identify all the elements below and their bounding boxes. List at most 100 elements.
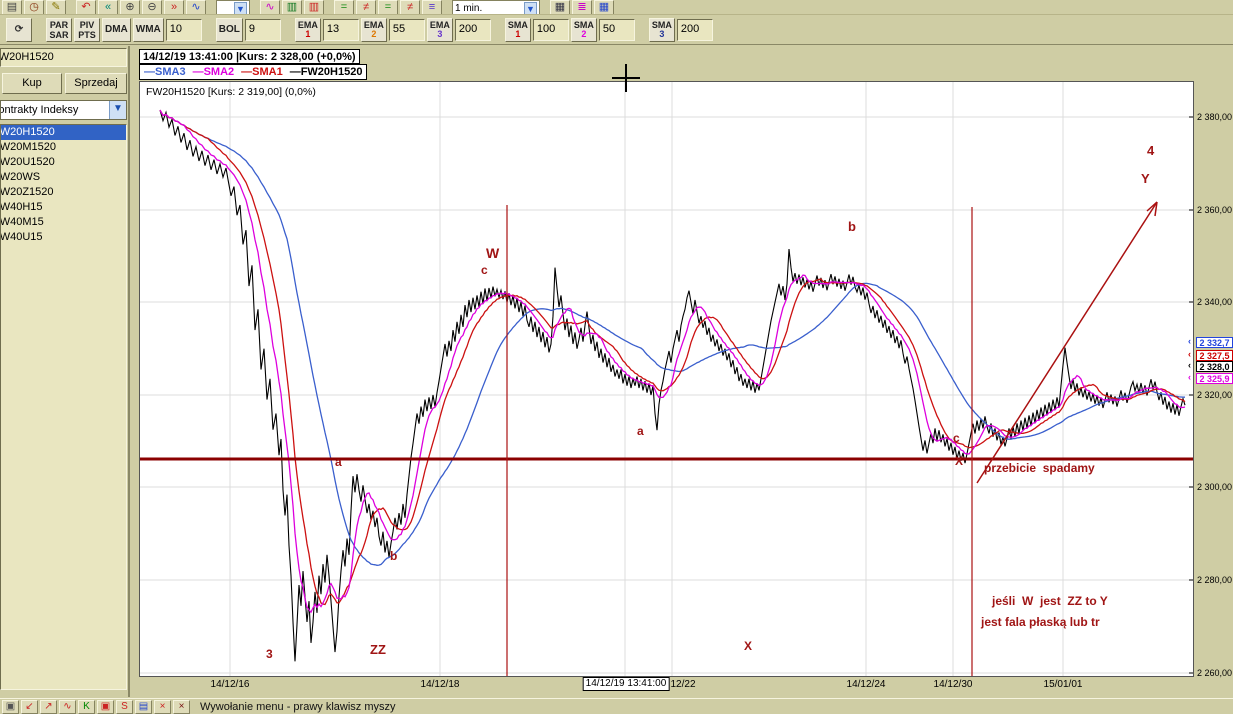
price-tag-pointer: ‹ bbox=[1188, 360, 1191, 370]
instrument-item-fw20z1520[interactable]: FW20Z1520 bbox=[1, 185, 126, 200]
bars-red-icon[interactable]: ▥ bbox=[304, 0, 324, 14]
chart-plot-area[interactable] bbox=[139, 81, 1194, 677]
sma2-button[interactable]: SMA 2 bbox=[570, 18, 597, 42]
k-tool-icon[interactable]: K bbox=[78, 699, 95, 714]
instrument-item-fw40u15[interactable]: FW40U15 bbox=[1, 230, 126, 245]
instrument-list: FW20H1520FW20M1520FW20U1520FW20WSFW20Z15… bbox=[0, 124, 127, 690]
chart-annotation: 4 bbox=[1147, 143, 1155, 158]
squiggle-icon[interactable]: ∿ bbox=[260, 0, 280, 14]
chart-annotation: jeśli W jest ZZ to Y bbox=[992, 594, 1108, 608]
legend-item-fw20h1520: —FW20H1520 bbox=[289, 66, 363, 78]
x-axis-label: 14/12/16 bbox=[210, 679, 250, 690]
instrument-item-fw40h15[interactable]: FW40H15 bbox=[1, 200, 126, 215]
bollinger-period-field[interactable]: 9 bbox=[244, 19, 281, 41]
ema2-period-field[interactable]: 55 bbox=[388, 19, 425, 41]
current-time-box: 14/12/19 13:41:00 bbox=[582, 677, 670, 691]
study-dropdown[interactable]: ▼ bbox=[216, 0, 250, 14]
instrument-item-fw20m1520[interactable]: FW20M1520 bbox=[1, 140, 126, 155]
not-equals-icon[interactable]: ≠ bbox=[356, 0, 376, 14]
chart-annotation: c bbox=[481, 263, 488, 277]
chart-annotation: a bbox=[335, 455, 342, 469]
bollinger-button[interactable]: BOL bbox=[215, 18, 243, 42]
chevron-down-icon[interactable]: ▼ bbox=[109, 101, 126, 119]
status-text: Wywołanie menu - prawy klawisz myszy bbox=[200, 700, 396, 713]
chart-annotation: 3 bbox=[266, 647, 273, 661]
clock-icon[interactable]: ◷ bbox=[24, 0, 44, 14]
ema1-period-field[interactable]: 13 bbox=[322, 19, 359, 41]
grid-chart-icon[interactable]: ▦ bbox=[594, 0, 614, 14]
list-chart-icon[interactable]: ≣ bbox=[572, 0, 592, 14]
dma-button[interactable]: DMA bbox=[102, 18, 131, 42]
not-equals2-icon[interactable]: ≠ bbox=[400, 0, 420, 14]
scroll-left-icon[interactable]: « bbox=[98, 0, 118, 14]
top-toolbar: ▤ ◷ ✎ ↶ «⊕ ⊖» ∿ ▼ ∿ ▥ ▥ = ≠ = ≠ ≡ 1 min. ▼ ▦ ≣ ▦ bbox=[0, 0, 1233, 15]
x-axis-label: 14/12/24 bbox=[846, 679, 886, 690]
symbol-value: FW20H1520 bbox=[1, 51, 54, 63]
symbol-input[interactable]: FW20H1520 bbox=[0, 48, 127, 67]
scroll-right-icon[interactable]: » bbox=[164, 0, 184, 14]
chevron-down-icon[interactable]: ▼ bbox=[524, 2, 537, 14]
table-chart-icon[interactable]: ▦ bbox=[550, 0, 570, 14]
chart-annotation: jest fala płaską lub tr bbox=[981, 615, 1100, 629]
zoom-in-icon[interactable]: ⊕ bbox=[120, 0, 140, 14]
line-chart-icon[interactable]: ∿ bbox=[186, 0, 206, 14]
chevron-down-icon[interactable]: ▼ bbox=[234, 2, 247, 14]
delete-icon[interactable]: × bbox=[154, 699, 171, 714]
delete-all-icon[interactable]: × bbox=[173, 699, 190, 714]
y-axis-label: 2 320,00 bbox=[1197, 390, 1233, 400]
ema1-button[interactable]: EMA 1 bbox=[294, 18, 321, 42]
print-icon[interactable]: ▤ bbox=[135, 699, 152, 714]
print-icon[interactable]: ▤ bbox=[2, 0, 22, 14]
zigzag-icon[interactable]: ∿ bbox=[59, 699, 76, 714]
edit-icon[interactable]: ✎ bbox=[46, 0, 66, 14]
lines-icon[interactable]: ≡ bbox=[422, 0, 442, 14]
instrument-group-select[interactable]: Kontrakty Indeksy ▼ bbox=[0, 100, 127, 120]
sma3-period-field[interactable]: 200 bbox=[676, 19, 713, 41]
sell-button[interactable]: Sprzedaj bbox=[65, 73, 127, 94]
equals-icon[interactable]: = bbox=[334, 0, 354, 14]
ema3-period-field[interactable]: 200 bbox=[454, 19, 491, 41]
zoom-out-icon[interactable]: ⊖ bbox=[142, 0, 162, 14]
sma1-button[interactable]: SMA 1 bbox=[504, 18, 531, 42]
ema3-button-number: 3 bbox=[437, 29, 443, 39]
wma-button[interactable]: WMA bbox=[132, 18, 164, 42]
chart-annotation: b bbox=[848, 219, 856, 234]
equals2-icon[interactable]: = bbox=[378, 0, 398, 14]
pivot-points-button[interactable]: PIV PTS bbox=[74, 18, 100, 42]
ema2-button[interactable]: EMA 2 bbox=[360, 18, 387, 42]
selection-box-icon[interactable]: ▣ bbox=[97, 699, 114, 714]
y-axis-label: 2 260,00 bbox=[1197, 668, 1233, 678]
undo-icon[interactable]: ↶ bbox=[76, 0, 96, 14]
save-icon[interactable]: ▣ bbox=[2, 699, 19, 714]
price-tag-pointer: ‹ bbox=[1188, 349, 1191, 359]
sma1-button-number: 1 bbox=[515, 29, 521, 39]
interval-dropdown[interactable]: 1 min. ▼ bbox=[452, 0, 540, 14]
chart-annotation: ZZ bbox=[370, 642, 386, 657]
instrument-item-fw20ws[interactable]: FW20WS bbox=[1, 170, 126, 185]
sma3-button[interactable]: SMA 3 bbox=[648, 18, 675, 42]
instrument-item-fw40m15[interactable]: FW40M15 bbox=[1, 215, 126, 230]
status-bar: ▣ ↙ ↗ ∿ K ▣ S ▤ × × Wywołanie menu - prawy klawisz… bbox=[0, 698, 1233, 714]
bars-green-icon[interactable]: ▥ bbox=[282, 0, 302, 14]
y-axis-label: 2 340,00 bbox=[1197, 297, 1233, 307]
price-tag-pointer: ‹ bbox=[1188, 372, 1191, 382]
parabolic-sar-button[interactable]: PAR SAR bbox=[46, 18, 72, 42]
instrument-item-fw20u1520[interactable]: FW20U1520 bbox=[1, 155, 126, 170]
arrow-down-left-icon[interactable]: ↙ bbox=[21, 699, 38, 714]
sma1-period-field[interactable]: 100 bbox=[532, 19, 569, 41]
ema3-button[interactable]: EMA 3 bbox=[426, 18, 453, 42]
y-axis-label: 2 360,00 bbox=[1197, 205, 1233, 215]
buy-button[interactable]: Kup bbox=[2, 73, 62, 94]
reload-button[interactable]: ⟳ bbox=[6, 18, 32, 42]
legend-item-sma1: —SMA1 bbox=[241, 66, 283, 78]
instrument-item-fw20h1520[interactable]: FW20H1520 bbox=[1, 125, 126, 140]
arrow-up-right-icon[interactable]: ↗ bbox=[40, 699, 57, 714]
wma-period-field[interactable]: 10 bbox=[165, 19, 202, 41]
crosshair-cursor bbox=[625, 64, 627, 92]
sma2-period-field[interactable]: 50 bbox=[598, 19, 635, 41]
x-axis-label: 14/12/30 bbox=[933, 679, 973, 690]
y-axis-label: 2 280,00 bbox=[1197, 575, 1233, 585]
s-tool-icon[interactable]: S bbox=[116, 699, 133, 714]
price-tag: 2 332,7 bbox=[1196, 337, 1233, 348]
price-chart-svg bbox=[140, 82, 1193, 676]
